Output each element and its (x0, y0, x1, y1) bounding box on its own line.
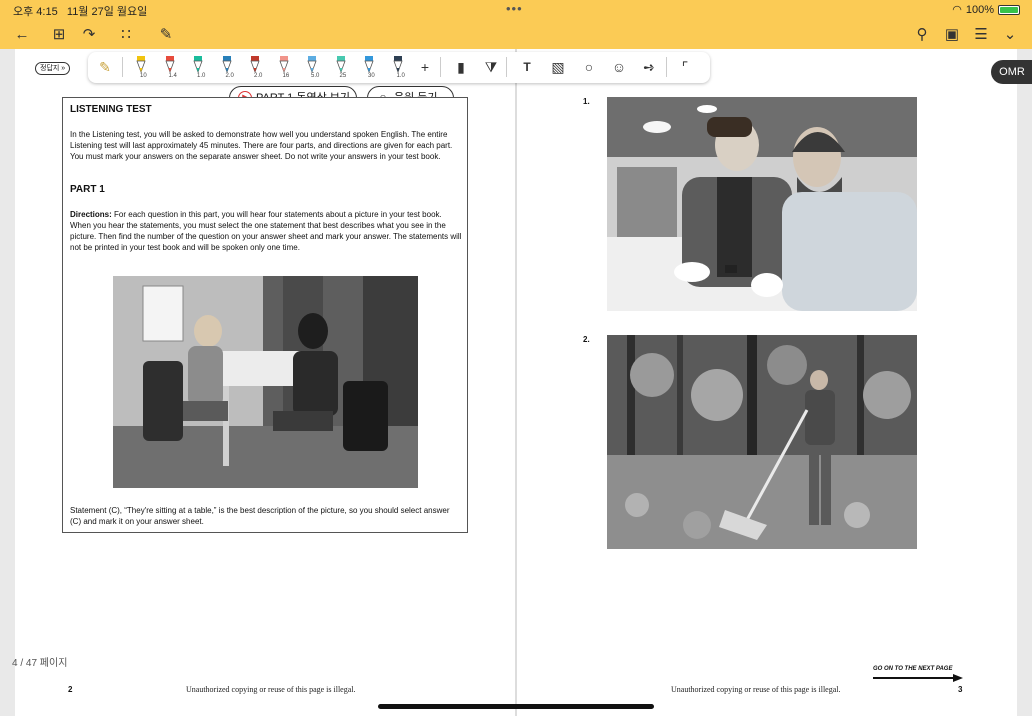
comment-icon[interactable]: ○ (580, 58, 598, 76)
pen-size-label: 25 (339, 73, 347, 79)
pen-size-label: 1.4 (168, 73, 177, 79)
image-tool-icon[interactable]: ▧ (549, 58, 567, 76)
bookmark-icon[interactable]: ▣ (943, 26, 961, 44)
toolbar-divider (666, 57, 667, 77)
example-statement: Statement (C), “They're sitting at a tab… (70, 506, 450, 526)
listening-test-box: LISTENING TEST In the Listening test, yo… (62, 97, 468, 533)
toolbar-divider (122, 57, 123, 77)
listening-intro: In the Listening test, you will be asked… (70, 130, 453, 161)
status-date: 11월 27일 월요일 (66, 6, 148, 18)
list-menu-icon[interactable]: ☰ (972, 26, 990, 44)
pen-size-label: 30 (368, 73, 375, 79)
crop-icon[interactable]: ⌜ (676, 58, 694, 76)
pen-tool[interactable]: 2.0 (246, 56, 264, 79)
pen-size-label: 5.0 (311, 73, 320, 79)
chevron-down-icon[interactable]: ⌄ (1001, 26, 1019, 44)
apps-grid-icon[interactable]: ∷ (117, 26, 135, 44)
highlighter-eraser-icon[interactable]: ✎ (96, 58, 114, 76)
pen-tool[interactable]: 30 (360, 56, 378, 79)
edit-document-icon[interactable]: ✎ (157, 26, 175, 44)
pen-toolbar: ✎ 10 1.4 1.0 2.0 2.0 16 5.0 25 30 1.0 + ▮ ⧩ T ▧ ○… (88, 52, 710, 83)
example-photo (113, 276, 418, 488)
status-right: ◠ 100% (952, 3, 1020, 16)
page-indicator: 4 / 47 페이지 (12, 658, 68, 669)
text-tool-icon[interactable]: T (518, 58, 536, 76)
lasso-select-icon[interactable]: ⧩ (482, 58, 500, 76)
directions-label: Directions: (70, 210, 112, 219)
pen-tool[interactable]: 1.0 (389, 56, 407, 79)
toolbar-divider (506, 57, 507, 77)
go-on-arrow-icon (873, 674, 963, 682)
pen-tool[interactable]: 16 (275, 56, 293, 79)
pen-size-label: 1.0 (197, 73, 206, 79)
pen-tool[interactable]: 25 (332, 56, 350, 79)
left-page-number: 2 (68, 685, 73, 694)
pen-tool[interactable]: 5.0 (303, 56, 321, 79)
pen-size-label: 16 (282, 73, 290, 79)
toolbar-divider (440, 57, 441, 77)
top-bar: 오후 4:15 11월 27일 월요일 ••• ◠ 100% ← ⊞ ↷ ∷ ✎… (0, 0, 1032, 49)
pen-size-label: 2.0 (225, 73, 234, 79)
pen-tool[interactable]: 2.0 (218, 56, 236, 79)
left-copy-note: Unauthorized copying or reuse of this pa… (186, 685, 356, 694)
question-number: 1. (583, 97, 590, 106)
battery-icon (998, 4, 1020, 15)
share-icon[interactable]: ↷ (80, 26, 98, 44)
back-arrow-icon[interactable]: ← (13, 26, 31, 44)
multitask-dots[interactable]: ••• (506, 1, 523, 16)
directions-text: For each question in this part, you will… (70, 210, 462, 252)
right-copy-note: Unauthorized copying or reuse of this pa… (671, 685, 841, 694)
page-spine (515, 49, 517, 716)
pen-tool[interactable]: 1.0 (189, 56, 207, 79)
sticker-icon[interactable]: ☺ (610, 58, 628, 76)
add-pen-icon[interactable]: + (416, 58, 434, 76)
part-heading: PART 1 (70, 184, 105, 195)
pen-size-label: 1.0 (396, 73, 405, 79)
search-icon[interactable]: ⚲ (913, 26, 931, 44)
go-on-label: GO ON TO THE NEXT PAGE (873, 666, 953, 672)
directions-paragraph: Directions: For each question in this pa… (70, 209, 462, 253)
question-1-photo (607, 97, 917, 311)
eraser-icon[interactable]: ▮ (452, 58, 470, 76)
laser-pointer-icon[interactable]: ➺ (640, 58, 658, 76)
right-page-number: 3 (958, 685, 963, 694)
omr-button[interactable]: OMR (991, 60, 1032, 84)
question-2-photo (607, 335, 917, 549)
listening-title: LISTENING TEST (70, 104, 152, 115)
pen-size-label: 10 (140, 73, 147, 79)
battery-percent: 100% (965, 3, 994, 16)
pen-size-label: 2.0 (254, 73, 263, 79)
pen-tool[interactable]: 1.4 (161, 56, 179, 79)
wifi-icon: ◠ (952, 4, 962, 16)
question-number: 2. (583, 335, 590, 344)
answer-key-button[interactable]: 정답지 » (35, 62, 71, 75)
grid-icon[interactable]: ⊞ (50, 26, 68, 44)
pen-tool[interactable]: 10 (132, 56, 150, 79)
status-clock: 오후 4:15 (13, 6, 58, 18)
home-indicator[interactable] (378, 704, 654, 709)
status-time: 오후 4:15 11월 27일 월요일 (13, 3, 147, 19)
